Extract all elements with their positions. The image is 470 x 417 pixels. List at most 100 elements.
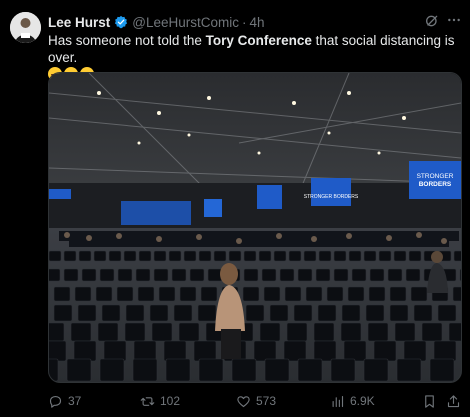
chair xyxy=(63,250,77,262)
tweet-photo[interactable]: STRONGER BORDERS STRONGER BORDERS xyxy=(48,72,462,383)
chair xyxy=(389,286,407,302)
chair xyxy=(283,340,307,362)
chair xyxy=(198,358,224,382)
chair xyxy=(410,286,428,302)
chair xyxy=(429,358,455,382)
chair xyxy=(347,286,365,302)
chair xyxy=(253,340,277,362)
chair xyxy=(333,250,347,262)
retweet-count: 102 xyxy=(160,394,181,408)
retweet-icon xyxy=(140,396,155,406)
chair xyxy=(261,268,277,282)
chair xyxy=(242,286,260,302)
chair xyxy=(367,322,389,342)
chair xyxy=(207,268,223,282)
chair xyxy=(303,250,317,262)
like-count: 573 xyxy=(256,394,277,408)
grok-icon[interactable] xyxy=(424,13,440,29)
chair xyxy=(273,250,287,262)
chair xyxy=(108,250,122,262)
chair xyxy=(74,286,92,302)
chair xyxy=(368,286,386,302)
chair xyxy=(97,322,119,342)
chair xyxy=(279,268,295,282)
heart-icon xyxy=(237,395,250,407)
author-handle[interactable]: @LeeHurstComic xyxy=(132,15,239,30)
chair xyxy=(153,268,169,282)
chair xyxy=(389,304,409,322)
chair xyxy=(315,268,331,282)
chair xyxy=(245,304,265,322)
chair xyxy=(387,268,403,282)
chair xyxy=(313,322,335,342)
chair xyxy=(81,268,97,282)
reply-count: 37 xyxy=(68,394,82,408)
chair xyxy=(78,250,92,262)
chair xyxy=(369,268,385,282)
chair xyxy=(53,286,71,302)
chair xyxy=(330,358,356,382)
chair xyxy=(149,304,169,322)
like-button[interactable]: 573 xyxy=(236,392,276,410)
chair xyxy=(189,268,205,282)
chair xyxy=(179,286,197,302)
chair xyxy=(124,322,146,342)
views-chart-icon xyxy=(332,395,344,407)
retweet-button[interactable]: 102 xyxy=(140,392,180,410)
chair xyxy=(333,268,349,282)
chair xyxy=(231,358,257,382)
chair xyxy=(193,340,217,362)
chair xyxy=(286,322,308,342)
tweet-actions: 37 102 573 6.9K xyxy=(48,392,462,410)
chair xyxy=(49,322,65,342)
view-count: 6.9K xyxy=(350,394,375,408)
chair xyxy=(408,250,422,262)
chair xyxy=(305,286,323,302)
chair xyxy=(213,250,227,262)
reply-button[interactable]: 37 xyxy=(48,392,81,410)
chair xyxy=(452,286,461,302)
chair xyxy=(365,304,385,322)
chair xyxy=(396,358,422,382)
chair xyxy=(66,358,92,382)
chair xyxy=(259,322,281,342)
chair xyxy=(99,358,125,382)
chair xyxy=(171,268,187,282)
chair xyxy=(243,268,259,282)
chair xyxy=(153,250,167,262)
more-options-icon[interactable] xyxy=(446,12,462,28)
bookmark-button[interactable] xyxy=(422,392,442,410)
chair xyxy=(269,304,289,322)
chair xyxy=(413,304,433,322)
bookmark-icon xyxy=(425,394,434,408)
chair xyxy=(421,322,443,342)
share-button[interactable] xyxy=(446,392,466,410)
chair xyxy=(135,268,151,282)
chair xyxy=(284,286,302,302)
chair xyxy=(133,340,157,362)
chair xyxy=(158,286,176,302)
chair xyxy=(173,304,193,322)
chair xyxy=(243,250,257,262)
chair xyxy=(341,304,361,322)
tweet[interactable]: Lee Hurst @LeeHurstComic · 4h Has someon… xyxy=(0,0,470,417)
tweet-time[interactable]: 4h xyxy=(250,15,265,30)
chair xyxy=(433,340,457,362)
views-button[interactable]: 6.9K xyxy=(330,392,375,410)
chair xyxy=(116,286,134,302)
tweet-text-bold: Tory Conference xyxy=(205,33,312,48)
chair xyxy=(288,250,302,262)
chair xyxy=(95,286,113,302)
author-name[interactable]: Lee Hurst xyxy=(48,15,110,30)
chair xyxy=(49,250,62,262)
chair xyxy=(49,268,61,282)
chair xyxy=(123,250,137,262)
tweet-text-before: Has someone not told the xyxy=(48,33,206,48)
header-separator: · xyxy=(242,14,247,30)
avatar[interactable] xyxy=(10,12,41,43)
screen-text-right-2: BORDERS xyxy=(419,181,452,188)
chair xyxy=(297,358,323,382)
chair xyxy=(70,322,92,342)
chair xyxy=(405,268,421,282)
chair xyxy=(437,304,457,322)
